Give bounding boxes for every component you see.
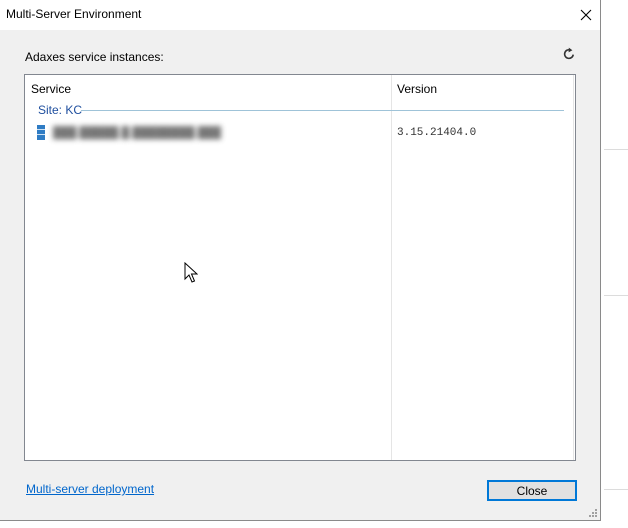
group-divider: [81, 110, 564, 111]
close-icon: [580, 9, 592, 21]
parent-window-background: [602, 0, 628, 528]
refresh-icon: [563, 47, 574, 60]
background-divider: [604, 295, 628, 296]
close-window-button[interactable]: [572, 2, 600, 28]
service-version: 3.15.21404.0: [397, 127, 477, 139]
column-header-version[interactable]: Version: [397, 82, 437, 96]
background-divider: [604, 489, 628, 490]
service-instances-list[interactable]: Service Version Site: KC ███.█████.█.███…: [24, 74, 576, 461]
section-label: Adaxes service instances:: [25, 50, 164, 64]
refresh-button[interactable]: [561, 46, 577, 62]
mouse-cursor-icon: [184, 262, 198, 283]
background-divider: [604, 149, 628, 150]
window-title: Multi-Server Environment: [6, 7, 142, 21]
column-header-service[interactable]: Service: [31, 82, 71, 96]
multi-server-deployment-link[interactable]: Multi-server deployment: [26, 482, 154, 496]
screen: Multi-Server Environment Adaxes service …: [0, 0, 628, 528]
resize-grip-icon[interactable]: [588, 508, 598, 518]
title-bar: Multi-Server Environment: [0, 0, 600, 30]
service-name: ███.█████.█.████████.███: [53, 127, 222, 139]
server-icon: [37, 125, 45, 140]
group-header-site[interactable]: Site: KC: [38, 103, 82, 117]
multi-server-dialog: Multi-Server Environment Adaxes service …: [0, 0, 601, 521]
close-button[interactable]: Close: [487, 480, 577, 501]
list-item[interactable]: ███.█████.█.████████.███ 3.15.21404.0: [25, 124, 575, 142]
